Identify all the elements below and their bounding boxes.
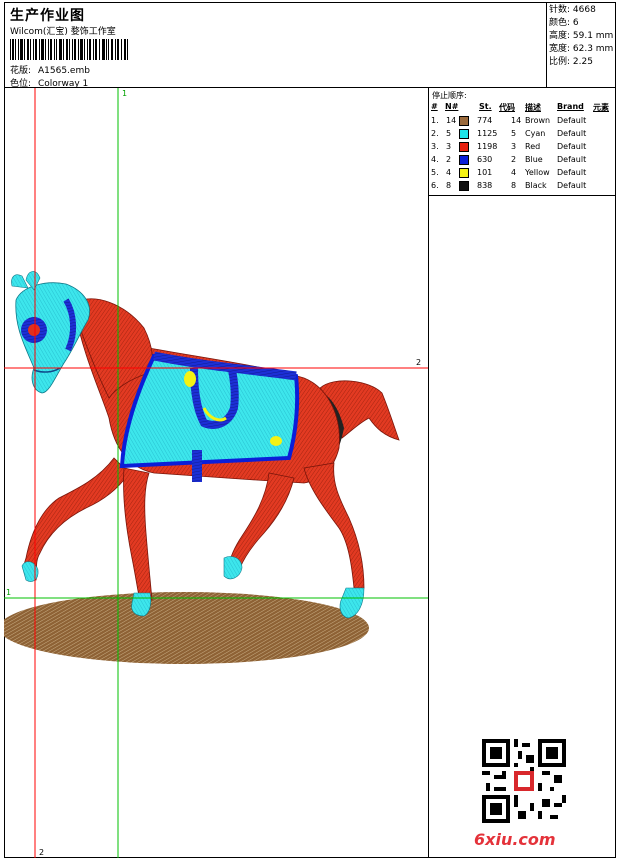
stop-row-n: 2 (446, 155, 452, 164)
guide-label-h1: 1 (6, 588, 12, 597)
stop-row-index: 5. (431, 168, 439, 177)
stop-row-stitches: 838 (477, 181, 493, 190)
stop-row-n: 5 (446, 129, 452, 138)
col-elem: 元素 (593, 103, 609, 112)
stitch-count: 针数: 4668 (549, 5, 596, 15)
horse-ear-left (11, 274, 29, 289)
stop-row-desc: Brown (525, 116, 551, 125)
color-swatch (459, 116, 469, 126)
stop-row-n: 14 (446, 116, 457, 125)
stop-row: 1. 14 774 14 Brown Default (429, 115, 616, 128)
stop-row-index: 1. (431, 116, 439, 125)
design-value: A1565.emb (38, 66, 90, 76)
stop-row-brand: Default (557, 116, 587, 125)
page-title: 生产作业图 (10, 8, 85, 24)
front-hoof-standing (131, 592, 152, 617)
stop-row-desc: Blue (525, 155, 543, 164)
stop-row-code: 8 (511, 181, 517, 190)
stop-row-code: 3 (511, 142, 517, 151)
col-desc: 描述 (525, 103, 541, 112)
color-count: 颜色: 6 (549, 18, 579, 28)
color-swatch (459, 168, 469, 178)
stop-row-stitches: 1125 (477, 129, 498, 138)
saddle-yellow-dot (184, 371, 196, 387)
stop-row-n: 4 (446, 168, 452, 177)
stop-row-desc: Red (525, 142, 541, 151)
studio-name: Wilcom(汇宝) 婺饰工作室 (10, 27, 116, 37)
stop-row: 6. 8 838 8 Black Default (429, 180, 616, 193)
stop-row-index: 6. (431, 181, 439, 190)
color-swatch (459, 129, 469, 139)
stop-row: 5. 4 101 4 Yellow Default (429, 167, 616, 180)
guide-label-v1: 1 (122, 89, 128, 98)
stop-row-stitches: 630 (477, 155, 493, 164)
stop-row-desc: Black (525, 181, 547, 190)
horse-embroidery (0, 88, 428, 858)
color-swatch (459, 181, 469, 191)
stop-row-brand: Default (557, 181, 587, 190)
stop-row: 2. 5 1125 5 Cyan Default (429, 128, 616, 141)
hind-hoof-right (339, 587, 365, 619)
front-leg-standing (123, 467, 153, 601)
stop-row-index: 2. (431, 129, 439, 138)
footer-brand: 6xiu.com (474, 830, 556, 849)
stop-row-brand: Default (557, 155, 587, 164)
design-scale: 比例: 2.25 (549, 57, 593, 67)
stop-row: 3. 3 1198 3 Red Default (429, 141, 616, 154)
barcode-icon (10, 39, 128, 60)
stop-row-code: 2 (511, 155, 517, 164)
ground-shadow (0, 592, 369, 664)
stop-sequence-table: 停止顺序: # N# St. 代码 描述 Brand 元素 1. 14 774 14 B… (429, 88, 616, 196)
stop-row-code: 14 (511, 116, 522, 125)
stop-row-stitches: 1198 (477, 142, 498, 151)
col-st: St. (479, 102, 492, 111)
qr-code-icon (482, 739, 566, 823)
side-panel: 停止顺序: # N# St. 代码 描述 Brand 元素 1. 14 774 14 B… (429, 88, 616, 858)
design-canvas: 1 2 2 1 (0, 88, 429, 858)
stop-row-stitches: 101 (477, 168, 493, 177)
col-n: N# (445, 102, 459, 111)
hind-leg-right (303, 462, 365, 589)
design-width: 宽度: 62.3 mm (549, 44, 614, 54)
col-code: 代码 (499, 103, 515, 112)
stop-row-desc: Yellow (525, 168, 550, 177)
guide-label-v2: 2 (39, 848, 45, 857)
stop-row-n: 8 (446, 181, 452, 190)
header-panel: 生产作业图 Wilcom(汇宝) 婺饰工作室 花版: A1565.emb 色位: C… (4, 2, 547, 89)
bridle-center (28, 324, 40, 336)
front-leg-raised (24, 457, 130, 581)
stop-row-brand: Default (557, 142, 587, 151)
hind-leg-left (228, 472, 295, 569)
stop-row-index: 3. (431, 142, 439, 151)
stop-row-brand: Default (557, 168, 587, 177)
stats-panel: 针数: 4668 颜色: 6 高度: 59.1 mm 宽度: 62.3 mm 比… (547, 2, 616, 88)
col-brand: Brand (557, 102, 584, 111)
guide-label-h2: 2 (416, 358, 422, 367)
saddle-yellow-spot (270, 436, 282, 446)
stop-row: 4. 2 630 2 Blue Default (429, 154, 616, 167)
stop-row-index: 4. (431, 155, 439, 164)
saddle-strap (192, 450, 202, 482)
design-label: 花版: (10, 66, 32, 76)
stop-row-stitches: 774 (477, 116, 493, 125)
color-swatch (459, 155, 469, 165)
stop-row-code: 4 (511, 168, 517, 177)
design-height: 高度: 59.1 mm (549, 31, 614, 41)
col-index: # (431, 102, 438, 111)
stop-row-code: 5 (511, 129, 517, 138)
stop-sequence-title: 停止顺序: (432, 91, 467, 100)
stop-row-brand: Default (557, 129, 587, 138)
design-line: 花版: A1565.emb (10, 63, 90, 76)
color-swatch (459, 142, 469, 152)
stop-row-n: 3 (446, 142, 452, 151)
hind-hoof-left (223, 556, 243, 580)
stop-row-desc: Cyan (525, 129, 546, 138)
